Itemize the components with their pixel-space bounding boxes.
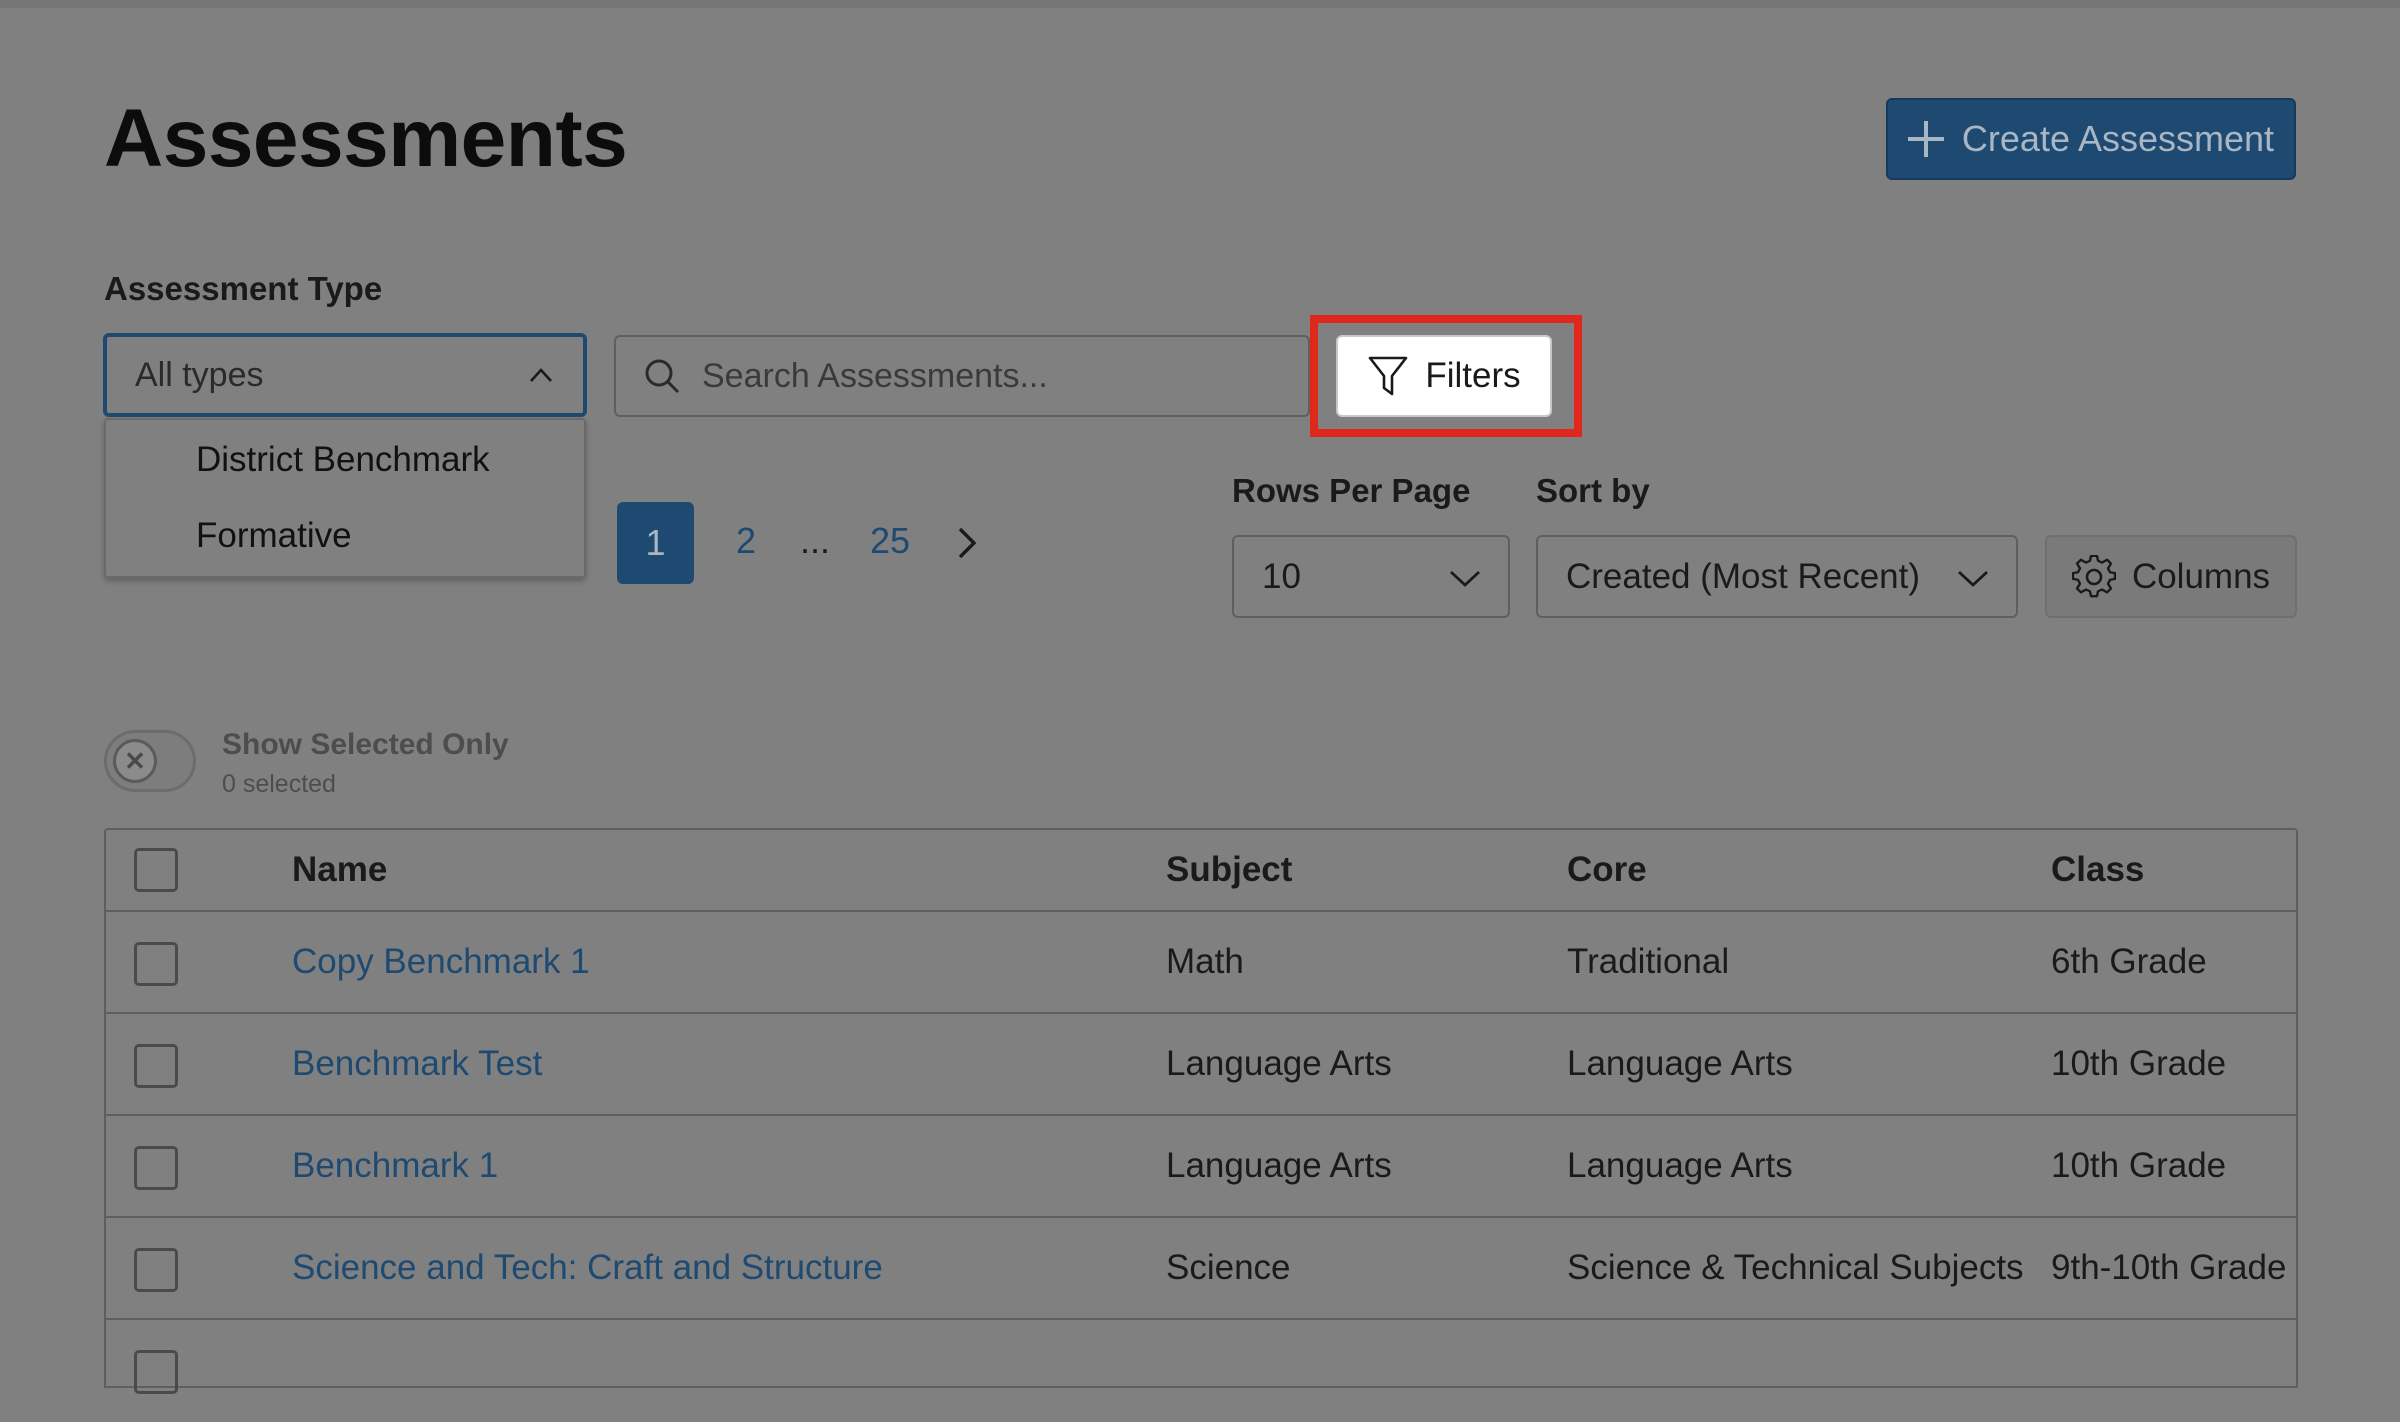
search-input[interactable]: Search Assessments... xyxy=(614,335,1310,417)
chevron-down-icon xyxy=(1958,570,1988,587)
sort-by-value: Created (Most Recent) xyxy=(1566,556,1921,596)
page-title: Assessments xyxy=(104,93,628,184)
rows-per-page-select[interactable]: 10 xyxy=(1232,535,1510,618)
table-row: Benchmark 1 Language Arts Language Arts … xyxy=(106,1116,2296,1218)
class-cell: 6th Grade xyxy=(2051,942,2207,981)
row-checkbox[interactable] xyxy=(134,1044,178,1088)
class-cell: 9th-10th Grade xyxy=(2051,1248,2287,1287)
create-assessment-button[interactable]: Create Assessment xyxy=(1886,98,2296,180)
filters-label: Filters xyxy=(1425,356,1521,395)
column-header-subject[interactable]: Subject xyxy=(1166,850,1292,890)
show-selected-label: Show Selected Only xyxy=(222,728,509,761)
assessment-type-value: All types xyxy=(135,355,264,394)
subject-cell: Language Arts xyxy=(1166,1146,1392,1185)
class-cell: 10th Grade xyxy=(2051,1146,2227,1185)
table-row: Copy Benchmark 1 Math Traditional 6th Gr… xyxy=(106,912,2296,1014)
rows-per-page-label: Rows Per Page xyxy=(1232,472,1471,509)
row-checkbox[interactable] xyxy=(134,1350,178,1394)
sort-by-label: Sort by xyxy=(1536,472,1650,509)
rows-per-page-value: 10 xyxy=(1262,556,1301,596)
table-row xyxy=(106,1320,2296,1422)
row-checkbox[interactable] xyxy=(134,1146,178,1190)
subject-cell: Language Arts xyxy=(1166,1044,1392,1083)
core-cell: Traditional xyxy=(1567,942,1730,981)
chevron-right-icon[interactable] xyxy=(950,526,984,560)
class-cell: 10th Grade xyxy=(2051,1044,2227,1083)
column-header-class[interactable]: Class xyxy=(2051,850,2144,890)
core-cell: Language Arts xyxy=(1567,1146,1793,1185)
menu-option-formative[interactable]: Formative xyxy=(196,516,352,556)
search-icon xyxy=(645,359,680,394)
row-checkbox[interactable] xyxy=(134,1248,178,1292)
core-cell: Science & Technical Subjects xyxy=(1567,1248,2024,1287)
columns-label: Columns xyxy=(2131,556,2271,596)
plus-icon xyxy=(1907,121,1944,157)
close-icon: ✕ xyxy=(113,739,157,783)
assessment-name-link[interactable]: Copy Benchmark 1 xyxy=(292,942,590,982)
assessments-table: Name Subject Core Class Copy Benchmark 1… xyxy=(104,828,2298,1394)
assessment-name-link[interactable]: Benchmark 1 xyxy=(292,1146,498,1186)
filter-icon xyxy=(1369,356,1408,396)
chevron-up-icon xyxy=(530,368,552,382)
page-button-last[interactable]: 25 xyxy=(870,520,910,562)
columns-button[interactable]: Columns xyxy=(2045,535,2297,618)
core-cell: Language Arts xyxy=(1567,1044,1793,1083)
create-assessment-label: Create Assessment xyxy=(1961,118,2275,159)
subject-cell: Science xyxy=(1166,1248,1291,1287)
table-row: Science and Tech: Craft and Structure Sc… xyxy=(106,1218,2296,1320)
table-row: Benchmark Test Language Arts Language Ar… xyxy=(106,1014,2296,1116)
sort-by-select[interactable]: Created (Most Recent) xyxy=(1536,535,2018,618)
filters-button[interactable]: Filters xyxy=(1336,335,1552,417)
page-button-2[interactable]: 2 xyxy=(736,520,756,562)
column-header-name[interactable]: Name xyxy=(292,850,387,890)
table-header-row: Name Subject Core Class xyxy=(106,830,2296,912)
select-all-checkbox[interactable] xyxy=(134,848,178,892)
subject-cell: Math xyxy=(1166,942,1244,981)
menu-option-district-benchmark[interactable]: District Benchmark xyxy=(196,440,490,480)
chevron-down-icon xyxy=(1450,570,1480,587)
assessment-name-link[interactable]: Benchmark Test xyxy=(292,1044,542,1084)
page: Assessments Create Assessment Assessment… xyxy=(0,0,2400,1394)
row-checkbox[interactable] xyxy=(134,942,178,986)
assessment-type-menu: District Benchmark Formative xyxy=(104,418,586,578)
assessment-type-label: Assessment Type xyxy=(104,270,383,307)
gear-icon xyxy=(2071,554,2116,597)
page-button-current[interactable]: 1 xyxy=(617,502,694,584)
selected-count: 0 selected xyxy=(222,770,336,798)
search-placeholder: Search Assessments... xyxy=(702,356,1048,395)
assessment-name-link[interactable]: Science and Tech: Craft and Structure xyxy=(292,1248,883,1288)
page-ellipsis: ... xyxy=(800,520,831,561)
show-selected-toggle[interactable]: ✕ xyxy=(104,730,196,792)
column-header-core[interactable]: Core xyxy=(1567,850,1647,890)
assessment-type-select[interactable]: All types xyxy=(103,333,587,417)
